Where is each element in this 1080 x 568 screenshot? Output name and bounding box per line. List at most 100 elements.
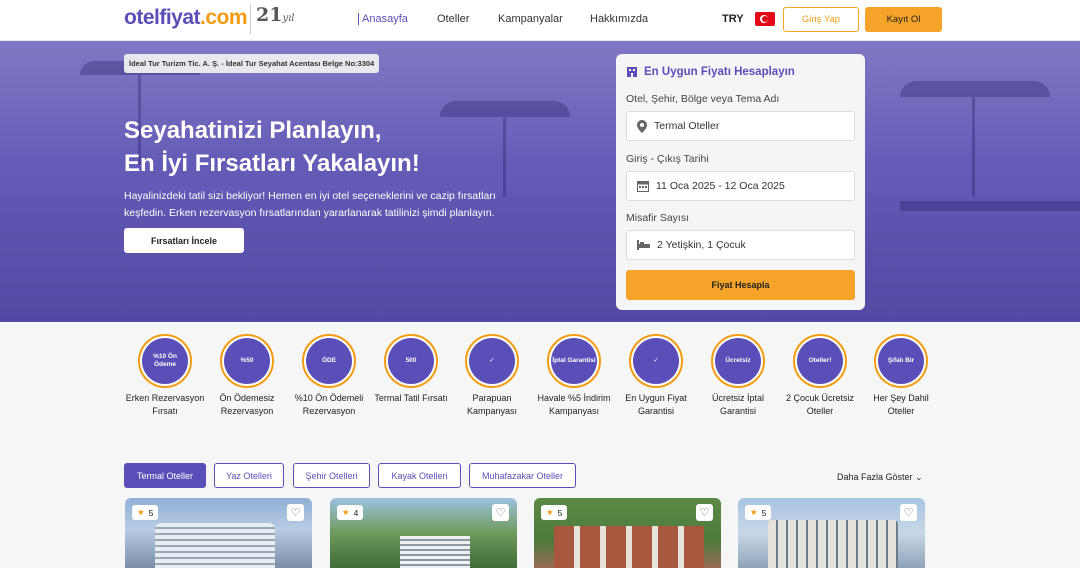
heart-icon[interactable]: ♡ <box>287 504 304 521</box>
dates-value: 11 Oca 2025 - 12 Oca 2025 <box>656 180 785 192</box>
campaign-badge: İptal Garantisi <box>547 334 601 388</box>
hotel-card[interactable]: ★ 5 ♡ <box>534 498 721 568</box>
guests-input[interactable]: 2 Yetişkin, 1 Çocuk <box>626 230 855 260</box>
campaign-badge-text: ✓ <box>469 338 515 384</box>
calculator-title: En Uygun Fiyatı Hesaplayın <box>626 66 795 78</box>
price-calculator: En Uygun Fiyatı Hesaplayın Otel, Şehir, … <box>616 54 865 310</box>
register-button[interactable]: Kayıt Ol <box>865 7 942 32</box>
campaign-badge-text: Şifalı Bir <box>878 338 924 384</box>
poolside-deck <box>900 201 1080 211</box>
star-icon: ★ <box>137 507 145 517</box>
tab-summer-hotels[interactable]: Yaz Otelleri <box>214 463 284 488</box>
location-input[interactable]: Termal Oteller <box>626 111 855 141</box>
campaign-item[interactable]: Şifalı Bir Her Şey Dahil Oteller <box>860 334 942 418</box>
calculator-title-text: En Uygun Fiyatı Hesaplayın <box>644 66 795 78</box>
campaign-label: Havale %5 İndirim Kampanyası <box>537 393 611 416</box>
hotel-image <box>155 523 275 568</box>
hotel-image <box>554 526 704 568</box>
rating-value: 5 <box>557 507 563 518</box>
campaign-item[interactable]: ÖDE %10 Ön Ödemeli Rezervasyon <box>288 334 370 418</box>
campaign-label: Her Şey Dahil Oteller <box>873 393 929 416</box>
hotel-image <box>400 536 470 568</box>
tab-conservative-hotels[interactable]: Muhafazakar Oteller <box>469 463 576 488</box>
hero-title: Seyahatinizi Planlayın, En İyi Fırsatlar… <box>124 114 420 180</box>
show-more-label: Daha Fazla Göster <box>837 472 913 482</box>
campaign-badge: Şifalı Bir <box>874 334 928 388</box>
currency-selector[interactable]: TRY <box>722 13 744 25</box>
tab-thermal-hotels[interactable]: Termal Oteller <box>124 463 206 488</box>
campaign-badge: %10 Ön Ödeme <box>138 334 192 388</box>
guests-label: Misafir Sayısı <box>626 212 690 224</box>
campaign-item[interactable]: ✓ Parapuan Kampanyası <box>451 334 533 418</box>
campaign-badge-text: ✓ <box>633 338 679 384</box>
show-more-link[interactable]: Daha Fazla Göster ⌄ <box>837 472 923 483</box>
explore-deals-button[interactable]: Fırsatları İncele <box>124 228 244 253</box>
tab-ski-hotels[interactable]: Kayak Otelleri <box>378 463 461 488</box>
campaign-badge: Oteller! <box>793 334 847 388</box>
campaign-badge: ✓ <box>629 334 683 388</box>
logo-tld: .com <box>200 6 248 29</box>
logo-text: otelfiyat <box>124 6 201 29</box>
login-button[interactable]: Giriş Yap <box>783 7 859 32</box>
rating-badge: ★ 4 <box>337 505 364 520</box>
location-value: Termal Oteller <box>654 120 720 132</box>
rating-badge: ★ 5 <box>745 505 772 520</box>
campaign-label: Ücretsiz İptal Garantisi <box>711 393 764 416</box>
campaign-label: Ön Ödemesiz Rezervasyon <box>219 393 275 416</box>
umbrella-decoration <box>900 81 1050 97</box>
hotel-card[interactable]: ★ 5 ♡ <box>738 498 925 568</box>
campaign-label: Parapuan Kampanyası <box>466 393 518 416</box>
campaign-badge: Ücretsiz <box>711 334 765 388</box>
anniversary-number: 21 <box>256 4 283 26</box>
nav-about[interactable]: Hakkımızda <box>590 13 648 25</box>
campaign-item[interactable]: Ücretsiz Ücretsiz İptal Garantisi <box>697 334 779 418</box>
star-icon: ★ <box>546 507 554 517</box>
site-logo[interactable]: otelfiyat.com <box>124 6 248 30</box>
campaign-item[interactable]: 500 Termal Tatil Fırsatı <box>370 334 452 405</box>
campaign-item[interactable]: %50 Ön Ödemesiz Rezervasyon <box>206 334 288 418</box>
rating-badge: ★ 5 <box>541 505 568 520</box>
nav-campaigns[interactable]: Kampanyalar <box>498 13 563 25</box>
hero-title-line1: Seyahatinizi Planlayın, <box>124 117 382 144</box>
location-pin-icon <box>637 119 647 133</box>
hero-banner: İdeal Tur Turizm Tic. A. Ş. - İdeal Tur … <box>0 41 1080 322</box>
campaign-badge: ✓ <box>465 334 519 388</box>
calculate-price-button[interactable]: Fiyat Hesapla <box>626 270 855 300</box>
campaign-label: 2 Çocuk Ücretsiz Oteller <box>785 393 855 416</box>
heart-icon[interactable]: ♡ <box>900 504 917 521</box>
campaign-badge-text: Oteller! <box>797 338 843 384</box>
campaign-item[interactable]: İptal Garantisi Havale %5 İndirim Kampany… <box>533 334 615 418</box>
campaign-badge-text: %10 Ön Ödeme <box>142 338 188 384</box>
umbrella-pole <box>503 117 506 197</box>
rating-value: 5 <box>148 507 154 518</box>
campaign-badge-text: Ücretsiz <box>715 338 761 384</box>
campaign-label: %10 Ön Ödemeli Rezervasyon <box>294 393 364 416</box>
hotel-card[interactable]: ★ 5 ♡ <box>125 498 312 568</box>
campaign-item[interactable]: ✓ En Uygun Fiyat Garantisi <box>615 334 697 418</box>
star-icon: ★ <box>750 507 758 517</box>
umbrella-pole <box>972 97 975 197</box>
hotel-image <box>768 520 898 568</box>
dates-label: Giriş - Çıkış Tarihi <box>626 153 709 165</box>
campaign-badge-text: ÖDE <box>306 338 352 384</box>
tab-city-hotels[interactable]: Şehir Otelleri <box>293 463 370 488</box>
campaign-item[interactable]: Oteller! 2 Çocuk Ücretsiz Oteller <box>779 334 861 418</box>
nav-home[interactable]: Anasayfa <box>358 13 408 25</box>
campaign-item[interactable]: %10 Ön Ödeme Erken Rezervasyon Fırsatı <box>124 334 206 418</box>
hotel-card[interactable]: ★ 4 ♡ <box>330 498 517 568</box>
campaign-badge: 500 <box>384 334 438 388</box>
campaign-badge-text: %50 <box>224 338 270 384</box>
nav-hotels[interactable]: Oteller <box>437 13 469 25</box>
heart-icon[interactable]: ♡ <box>696 504 713 521</box>
turkey-flag-icon[interactable] <box>755 12 775 26</box>
rating-value: 5 <box>761 507 767 518</box>
star-icon: ★ <box>342 507 350 517</box>
top-header: otelfiyat.com 21yıl Anasayfa Oteller Kam… <box>0 0 1080 41</box>
rating-badge: ★ 5 <box>132 505 159 520</box>
dates-input[interactable]: 11 Oca 2025 - 12 Oca 2025 <box>626 171 855 201</box>
guests-value: 2 Yetişkin, 1 Çocuk <box>657 239 746 251</box>
heart-icon[interactable]: ♡ <box>492 504 509 521</box>
chevron-down-icon: ⌄ <box>915 472 923 482</box>
anniversary-badge: 21yıl <box>250 4 295 34</box>
anniversary-suffix: yıl <box>282 13 295 24</box>
